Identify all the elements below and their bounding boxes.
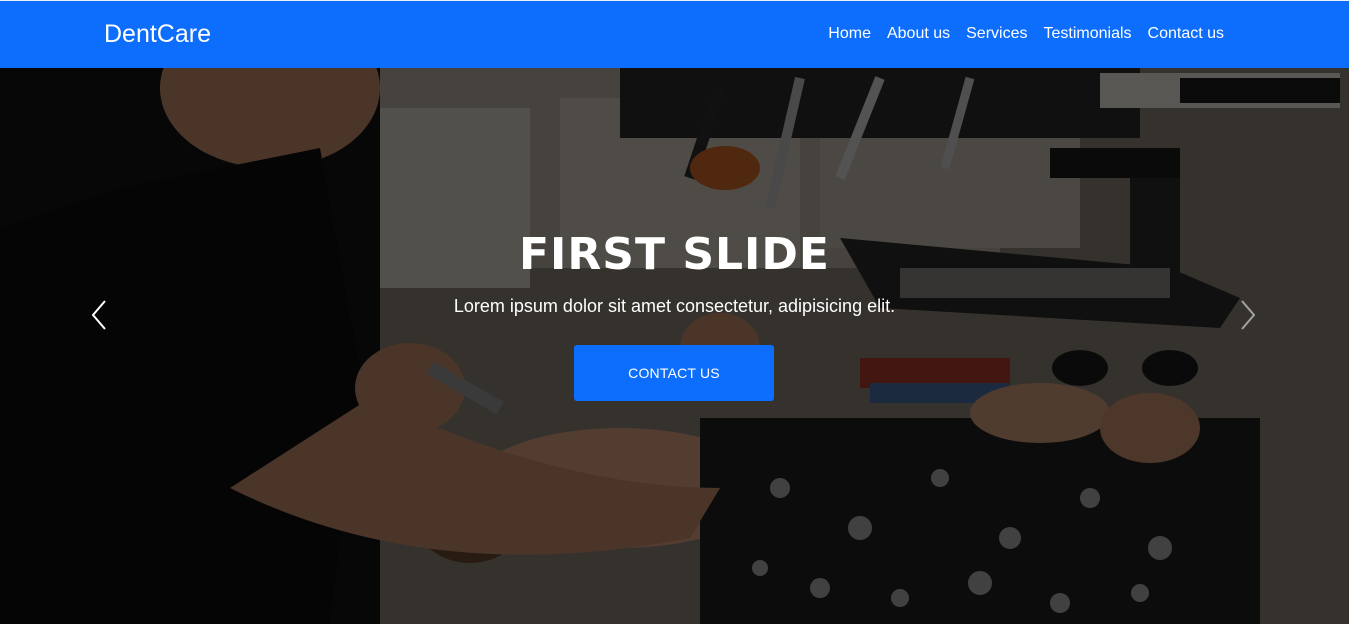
contact-us-button[interactable]: CONTACT US <box>574 345 774 401</box>
slide-subtitle: Lorem ipsum dolor sit amet consectetur, … <box>453 296 896 316</box>
nav-link-testimonials[interactable]: Testimonials <box>1043 23 1131 45</box>
main-nav: Home About us Services Testimonials Cont… <box>828 23 1224 45</box>
navbar: DentCare Home About us Services Testimon… <box>0 0 1349 68</box>
carousel-next-button[interactable] <box>1235 298 1259 332</box>
nav-link-services[interactable]: Services <box>966 23 1027 45</box>
nav-link-home[interactable]: Home <box>828 23 871 45</box>
slide-title: FIRST SLIDE <box>518 229 830 280</box>
nav-link-contact-us[interactable]: Contact us <box>1148 23 1224 45</box>
chevron-right-icon <box>1241 300 1256 330</box>
brand-logo[interactable]: DentCare <box>104 18 211 50</box>
carousel-caption: FIRST SLIDE Lorem ipsum dolor sit amet c… <box>0 228 1349 318</box>
hero-carousel: FIRST SLIDE Lorem ipsum dolor sit amet c… <box>0 68 1349 624</box>
nav-link-about-us[interactable]: About us <box>887 23 950 45</box>
carousel-prev-button[interactable] <box>88 298 112 332</box>
chevron-left-icon <box>91 300 106 330</box>
